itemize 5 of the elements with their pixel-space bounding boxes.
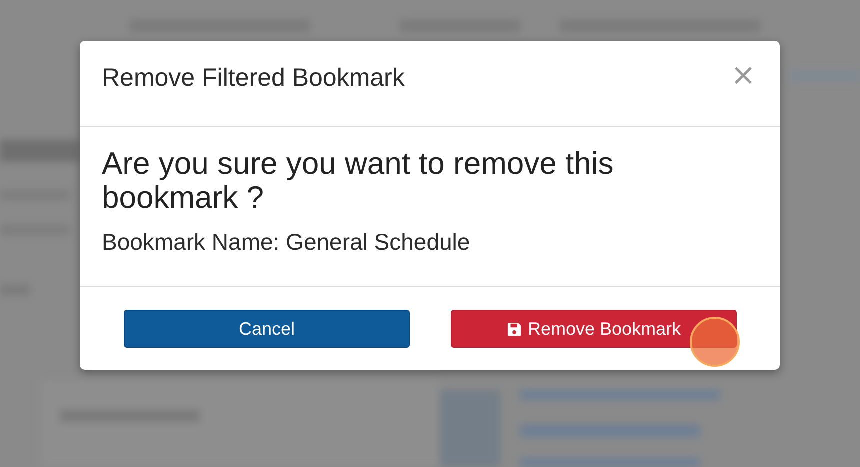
- close-button[interactable]: ×: [730, 60, 756, 90]
- cancel-button[interactable]: Cancel: [124, 310, 410, 348]
- bookmark-name-text: Bookmark Name: General Schedule: [102, 228, 472, 256]
- confirmation-question: Are you sure you want to remove this bookmark ?: [102, 147, 615, 216]
- dialog-title: Remove Filtered Bookmark: [102, 64, 405, 93]
